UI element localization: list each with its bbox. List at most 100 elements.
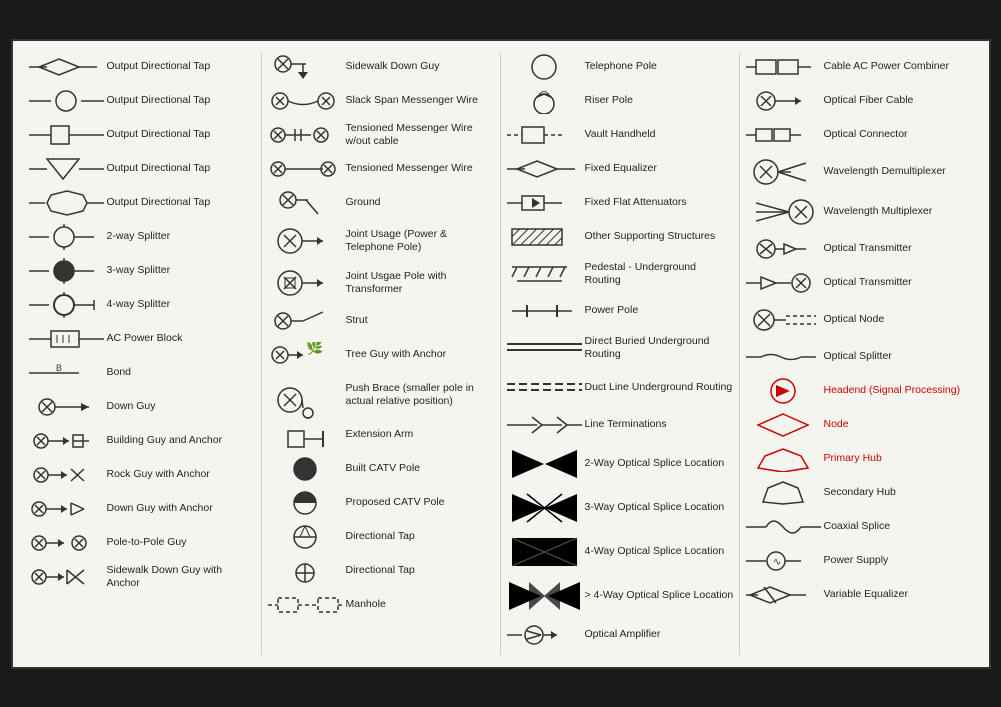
symbol-3way-splitter [27, 257, 107, 285]
symbol-pole-pole-guy [27, 529, 107, 557]
list-item: Output Directional Tap [27, 155, 257, 183]
list-item: Secondary Hub [744, 479, 975, 507]
list-item: Other Supporting Structures [505, 223, 735, 251]
item-label: Optical Splitter [824, 350, 975, 363]
symbol-optical-splitter [744, 343, 824, 371]
list-item: Optical Amplifier [505, 621, 735, 649]
item-label: Proposed CATV Pole [346, 496, 496, 509]
list-item: Pole-to-Pole Guy [27, 529, 257, 557]
list-item: Manhole [266, 591, 496, 619]
item-label: Tree Guy with Anchor [346, 348, 496, 361]
item-label: Pole-to-Pole Guy [107, 536, 257, 549]
item-label: Fixed Flat Attenuators [585, 196, 735, 209]
symbol-strut [266, 307, 346, 335]
item-label: Variable Equalizer [824, 588, 975, 601]
list-item: ∿ Power Supply [744, 547, 975, 575]
symbol-built-catv [266, 455, 346, 483]
list-item: Riser Pole [505, 87, 735, 115]
item-label: Built CATV Pole [346, 462, 496, 475]
list-item: > 4-Way Optical Splice Location [505, 577, 735, 615]
item-label: Optical Fiber Cable [824, 94, 975, 107]
item-label: Line Terminations [585, 418, 735, 431]
list-item: Vault Handheld [505, 121, 735, 149]
list-item: Coaxial Splice [744, 513, 975, 541]
symbol-square [27, 121, 107, 149]
list-item: Sidewalk Down Guy [266, 53, 496, 81]
item-label: Power Supply [824, 554, 975, 567]
list-item: Joint Usgae Pole with Transformer [266, 265, 496, 301]
list-item: Joint Usage (Power & Telephone Pole) [266, 223, 496, 259]
item-label: Directional Tap [346, 564, 496, 577]
symbol-ac-power [27, 325, 107, 353]
symbol-triangle [27, 155, 107, 183]
item-label: Node [824, 418, 849, 431]
item-label: Sidewalk Down Guy with Anchor [107, 564, 257, 589]
list-item: Extension Arm [266, 421, 496, 449]
list-item: Direct Buried Underground Routing [505, 331, 735, 365]
symbol-joint-usage [266, 227, 346, 255]
symbol-optical-connector [744, 121, 824, 149]
symbol-3way-optical [505, 494, 585, 522]
symbol-4plus-optical [505, 582, 585, 610]
list-item: Primary Hub [744, 445, 975, 473]
item-label: Cable AC Power Combiner [824, 60, 975, 73]
item-label: Joint Usgae Pole with Transformer [346, 270, 496, 295]
item-label: > 4-Way Optical Splice Location [585, 589, 735, 602]
item-label: Output Directional Tap [107, 196, 257, 209]
list-item: Directional Tap [266, 523, 496, 551]
item-label: Push Brace (smaller pole in actual relat… [346, 382, 496, 407]
item-label: Building Guy and Anchor [107, 434, 257, 447]
symbol-manhole [266, 591, 346, 619]
svg-text:🌿: 🌿 [306, 342, 323, 356]
list-item: Optical Transmitter [744, 235, 975, 263]
item-label: Optical Amplifier [585, 628, 735, 641]
symbol-fixed-flat-att [505, 189, 585, 217]
column-1: Output Directional Tap Output Directiona… [23, 53, 262, 655]
item-label: Output Directional Tap [107, 94, 257, 107]
item-label: 3-Way Optical Splice Location [585, 501, 735, 514]
symbol-building-guy [27, 427, 107, 455]
item-label: Telephone Pole [585, 60, 735, 73]
list-item: Node [744, 411, 975, 439]
symbol-2way-optical [505, 450, 585, 478]
list-item: Tensioned Messenger Wire w/out cable [266, 121, 496, 149]
list-item: Strut [266, 307, 496, 335]
symbol-down-guy [27, 393, 107, 421]
symbol-other-supporting [505, 223, 585, 251]
symbol-down-guy-anchor [27, 495, 107, 523]
symbol-power-supply: ∿ [744, 547, 824, 575]
item-label: Direct Buried Underground Routing [585, 335, 735, 360]
list-item: Optical Splitter [744, 343, 975, 371]
list-item: Wavelength Multiplexer [744, 195, 975, 229]
list-item: Headend (Signal Processing) [744, 377, 975, 405]
list-item: 3-way Splitter [27, 257, 257, 285]
symbol-primary-hub [744, 445, 824, 473]
item-label: 4-Way Optical Splice Location [585, 545, 735, 558]
symbol-secondary-hub [744, 479, 824, 507]
list-item: Pedestal - Underground Routing [505, 257, 735, 291]
symbol-sidewalk-down-guy [266, 53, 346, 81]
item-label: Coaxial Splice [824, 520, 975, 533]
item-label: Wavelength Multiplexer [824, 205, 975, 218]
list-item: Duct Line Underground Routing [505, 371, 735, 405]
list-item: Directional Tap [266, 557, 496, 585]
list-item: Rock Guy with Anchor [27, 461, 257, 489]
symbol-wavelength-demux [744, 158, 824, 186]
item-label: Headend (Signal Processing) [824, 384, 961, 397]
symbol-diamond [27, 53, 107, 81]
symbol-proposed-catv [266, 489, 346, 517]
item-label: Riser Pole [585, 94, 735, 107]
list-item: Fixed Flat Attenuators [505, 189, 735, 217]
legend-grid: Output Directional Tap Output Directiona… [23, 53, 979, 655]
symbol-telephone-pole [505, 53, 585, 81]
item-label: Manhole [346, 598, 496, 611]
list-item: Down Guy with Anchor [27, 495, 257, 523]
symbol-directional-tap1 [266, 523, 346, 551]
list-item: AC Power Block [27, 325, 257, 353]
list-item: Wavelength Demultiplexer [744, 155, 975, 189]
list-item: 4-way Splitter [27, 291, 257, 319]
list-item: Output Directional Tap [27, 121, 257, 149]
item-label: Output Directional Tap [107, 162, 257, 175]
item-label: 3-way Splitter [107, 264, 257, 277]
symbol-hexagon [27, 189, 107, 217]
